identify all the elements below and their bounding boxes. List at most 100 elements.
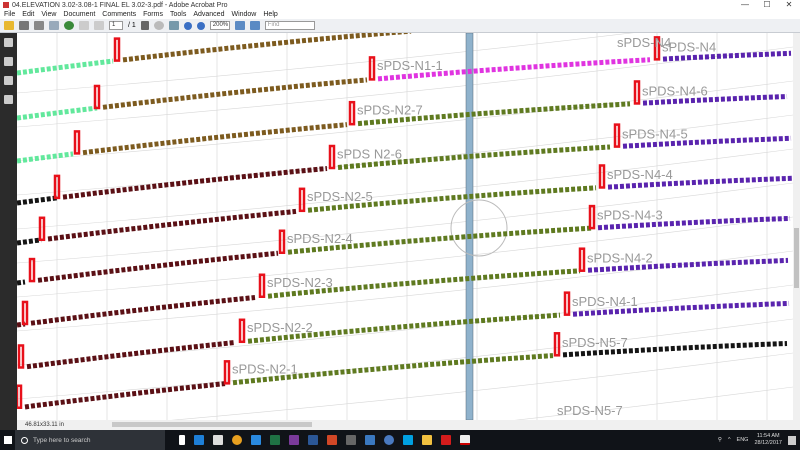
save-icon[interactable] [34,21,44,30]
pds-label: sPDS-N2-4 [287,231,353,246]
zoom-tool-icon[interactable] [168,21,179,30]
menu-forms[interactable]: Forms [143,11,163,18]
red-marker [17,384,23,409]
app-icon-2[interactable] [384,435,394,445]
cable-tray-run [62,166,328,200]
open-icon[interactable] [4,21,14,30]
zoom-input[interactable]: 200% [209,21,230,30]
menu-window[interactable]: Window [231,11,256,18]
pds-label: sPDS-N1-1 [377,58,443,73]
status-bar: 46.81x33.11 in [17,420,800,430]
acrobat-taskbar-icon[interactable] [460,435,470,445]
zoom-out-icon[interactable] [183,21,192,30]
document-canvas[interactable]: sPDS-N1-2sPDS-N1-1sPDS-N4sPDS-N2-7sPDS-N… [17,33,793,420]
scroll-thumb[interactable] [794,228,799,288]
collaborate-icon[interactable] [64,21,74,30]
page-total: / 1 [128,22,136,29]
cable-tray-run [82,122,348,156]
chrome-icon[interactable] [232,435,242,445]
fit-width-icon[interactable] [249,21,260,30]
cable-tray-run [47,208,297,242]
menu-comments[interactable]: Comments [102,11,136,18]
horizontal-scrollbar[interactable] [112,422,312,427]
menu-tools[interactable]: Tools [170,11,186,18]
powerpoint-icon[interactable] [327,435,337,445]
task-view-icon[interactable] [179,435,185,445]
close-button[interactable]: ✕ [778,0,800,9]
pds-label: sPDS-N4-3 [597,208,663,223]
outlook-icon[interactable] [365,435,375,445]
page-size: 46.81x33.11 in [25,422,64,428]
toolbar: 1 / 1 200% Find [0,19,800,33]
zoom-in-icon[interactable] [196,21,205,30]
red-marker [17,344,25,369]
layers-icon[interactable] [4,76,13,85]
red-marker [223,360,231,385]
find-input[interactable]: Find [264,21,315,30]
cable-tray-run [17,195,58,206]
edge-icon[interactable] [194,435,204,445]
grid-line [17,250,793,332]
red-marker [258,273,266,299]
hatched-circle [450,199,508,257]
menu-document[interactable]: Document [63,11,95,18]
title-bar: 04.ELEVATION 3.02-3.08-1 FINAL EL 3.02-3… [0,0,800,10]
pds-label: sPDS-N5-7 [557,403,623,418]
vertical-scrollbar[interactable] [793,33,800,420]
pds-label: sPDS-N2-3 [267,275,333,290]
red-marker [588,204,596,230]
red-marker [28,257,36,283]
menu-help[interactable]: Help [263,11,277,18]
taskbar-search[interactable]: Type here to search [15,430,165,450]
maximize-button[interactable]: ☐ [756,0,778,9]
store-icon[interactable] [213,435,223,445]
select-tool-icon[interactable] [140,21,149,30]
cable-tray-run [24,381,226,410]
signatures-icon[interactable] [4,95,13,104]
search-icon [21,436,28,444]
skype-icon[interactable] [403,435,413,445]
windows-start-icon[interactable] [4,436,12,444]
menu-advanced[interactable]: Advanced [193,11,224,18]
pds-label: sPDS-N2-5 [307,189,373,204]
fit-page-icon[interactable] [234,21,245,30]
acrobat-icon [3,2,9,8]
word-icon[interactable] [308,435,318,445]
pds-label: sPDS-N5-7 [562,335,628,350]
minimize-button[interactable]: — [734,0,756,9]
red-marker [328,144,336,170]
previous-page-icon[interactable] [79,21,89,30]
autocad-icon[interactable] [441,435,451,445]
excel-icon[interactable] [270,435,280,445]
red-marker [73,130,81,155]
ie-icon[interactable] [251,435,261,445]
red-marker [578,247,586,272]
pds-label: sPDS-N4-1 [572,294,638,309]
cable-tray-run [30,295,256,326]
people-icon[interactable]: ⚲ [718,437,722,443]
next-page-icon[interactable] [94,21,104,30]
hand-tool-icon[interactable] [153,21,164,30]
print-icon[interactable] [19,21,29,30]
menu-edit[interactable]: Edit [22,11,34,18]
app-icon[interactable] [346,435,356,445]
clock[interactable]: 11:54 AM 28/12/2017 [754,433,782,447]
notifications-icon[interactable] [788,435,796,445]
menu-view[interactable]: View [41,11,56,18]
chevron-up-icon[interactable]: ^ [728,437,731,443]
onenote-icon[interactable] [289,435,299,445]
page-number-input[interactable]: 1 [109,21,123,30]
search-placeholder: Type here to search [33,436,91,444]
attachments-icon[interactable] [4,57,13,66]
pds-label: sPDS-N4-6 [642,83,708,98]
email-icon[interactable] [49,21,59,30]
red-marker [368,56,376,81]
language-indicator[interactable]: ENG [737,437,749,443]
pages-icon[interactable] [4,38,13,47]
file-explorer-icon[interactable] [422,435,432,445]
taskbar: Type here to search ⚲ ^ ENG 11:54 AM 28/1… [0,430,800,450]
pds-label: sPDS-N2-7 [357,103,423,118]
window-title: 04.ELEVATION 3.02-3.08-1 FINAL EL 3.02-3… [12,1,228,9]
red-marker [553,332,561,357]
menu-file[interactable]: File [4,11,15,18]
